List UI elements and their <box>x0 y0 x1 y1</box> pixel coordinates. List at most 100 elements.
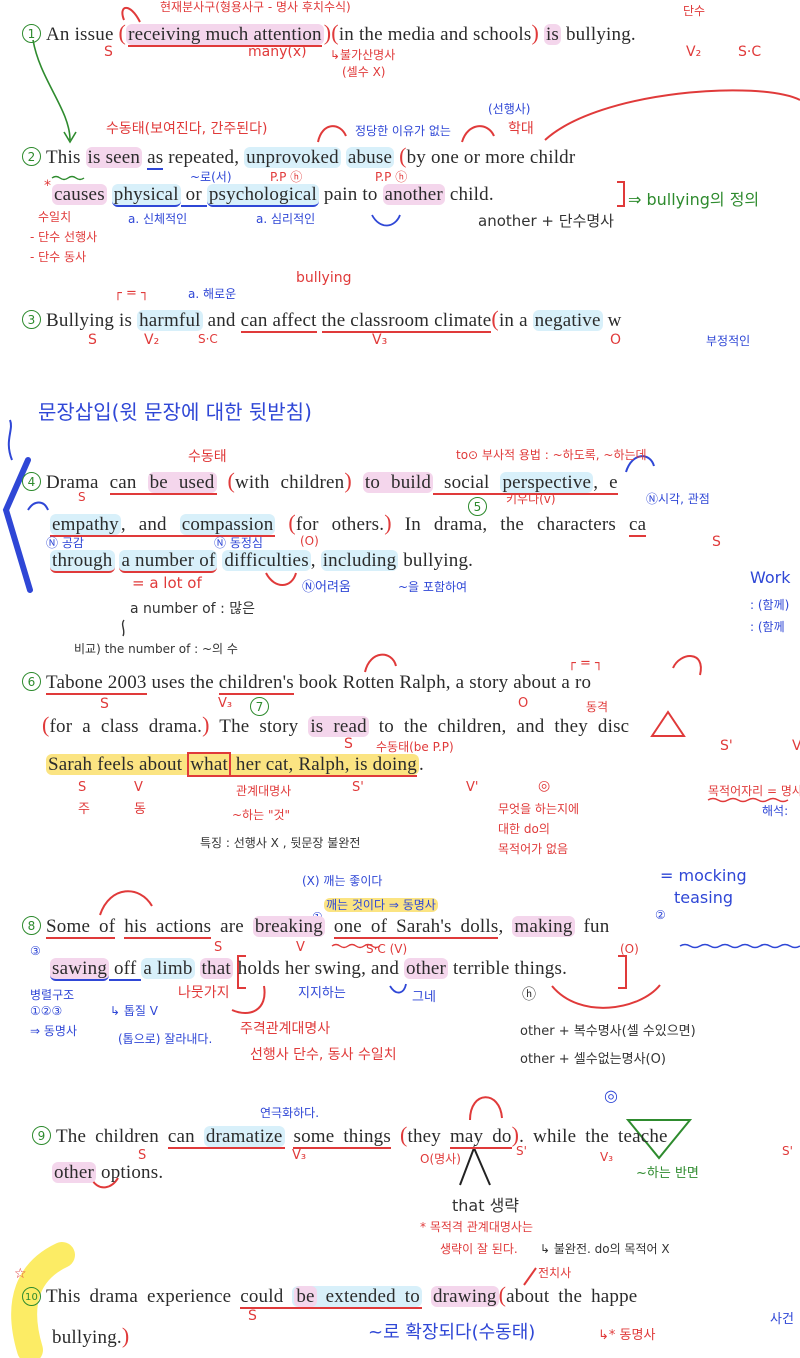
note-another: another + 단수명사 <box>478 212 614 230</box>
curve-arrow <box>551 984 661 1009</box>
note-circle-2: ② <box>655 908 666 922</box>
wavy-underline <box>51 175 85 181</box>
note-the-number-of: 비교) the number of : ~의 수 <box>74 642 238 656</box>
note-uncountable: ↳불가산명사 <box>330 48 396 62</box>
sentence-8-line-2: sawing off a limb that holds her swing, … <box>50 958 568 981</box>
note-agreement: 수일치 <box>38 210 72 224</box>
relative-pronoun-what: what <box>187 752 231 777</box>
sentence-number: 1 <box>22 24 41 43</box>
note-v-prime-2: V' <box>466 780 479 795</box>
sentence-4-line-3: through a number of difficulties, includ… <box>50 550 474 573</box>
note-subject: S <box>78 490 86 504</box>
note-while: ~하는 반면 <box>636 1166 699 1181</box>
bracket <box>617 181 625 207</box>
note-pp-1: P.P ⓗ <box>270 170 303 184</box>
note-empathy: Ⓝ 공감 <box>46 536 84 550</box>
sentence-4-line-2: empathy, and compassion (for others.) In… <box>50 510 647 537</box>
note-a-lot-of: = a lot of <box>132 574 202 592</box>
note-saw: ↳ 톱질 V <box>110 1004 158 1018</box>
note-object: (O) <box>620 942 639 956</box>
sentence-2-line-1: 2 This is seen as repeated, unprovoked ab… <box>22 143 575 170</box>
note-object: O <box>610 332 622 348</box>
note-s-prime: S' <box>516 1144 527 1158</box>
triangle-mark <box>650 710 686 737</box>
arrow-head <box>63 131 77 144</box>
arc-stroke <box>27 501 49 511</box>
arc-stroke <box>672 655 702 676</box>
sentence-number: 9 <box>32 1126 51 1145</box>
note-preposition: 전치사 <box>538 1266 572 1280</box>
note-support: 지지하는 <box>298 986 346 1001</box>
note-subject-2: S <box>712 534 721 550</box>
blue-brace <box>7 419 13 461</box>
note-cut-off: (톱으로) 잘라내다. <box>118 1032 213 1046</box>
note-verb-ko: 동 <box>134 802 146 817</box>
note-physical: a. 신체적인 <box>128 212 188 226</box>
note-other-uncountable: other + 셀수없는명사(O) <box>520 1052 666 1067</box>
section-heading: 문장삽입(윗 문장에 대한 뒷받침) <box>38 400 312 424</box>
note-v3: V₃ <box>372 332 388 348</box>
note-to-infinitive: to⊙ 부사적 용법 : ~하도록, ~하는데 <box>456 448 647 462</box>
note-build: 키우다(v) <box>506 492 556 506</box>
note-difficulties: Ⓝ어려움 <box>302 580 351 595</box>
side-note-together-1: : (함께) <box>750 598 790 612</box>
sentence-6-line-3: Sarah feels about what her cat, Ralph, i… <box>46 752 424 777</box>
note-many: many(x) <box>248 44 307 60</box>
note-parallel: 병렬구조 <box>30 988 75 1002</box>
side-note-together-2: : (함께 <box>750 620 785 634</box>
note-psychological: a. 심리적인 <box>256 212 316 226</box>
note-sc: S·C <box>198 332 218 346</box>
note-a-number-of: a number of : 많은 <box>130 601 255 617</box>
note-that-omitted: that 생략 <box>452 1196 520 1215</box>
sentence-9-line-2: other options. <box>52 1162 164 1183</box>
sentence-3: 3 Bullying is harmful and can affect the … <box>22 306 622 333</box>
note-passive: 수동태(보여진다, 간주된다) <box>106 121 268 137</box>
note-wrong: (X) 깨는 좋이다 <box>302 874 383 888</box>
note-pp-2: P.P ⓗ <box>375 170 408 184</box>
arc-stroke <box>364 653 397 673</box>
note-singular-verb: - 단수 동사 <box>30 250 87 264</box>
note-compassion: Ⓝ 동정심 <box>214 536 263 550</box>
note-subject: S <box>138 1148 147 1163</box>
note-v3: V₃ <box>218 696 233 711</box>
sentence-6-line-2: (for a class drama.) The story is read t… <box>42 712 630 737</box>
note-parallel-123: ①②③ <box>30 1004 63 1018</box>
note-unjust: 정당한 이유가 없는 <box>355 124 451 138</box>
note-s-prime: S' <box>720 738 733 754</box>
note-equals: ┌ = ┐ <box>568 656 603 671</box>
note-object-relative-1: * 목적격 관계대명사는 <box>420 1220 533 1234</box>
sentence-10-line-2: bullying.) <box>52 1323 130 1348</box>
note-antecedent: (선행사) <box>488 102 531 116</box>
note-s-prime-2: S' <box>352 780 364 795</box>
note-v3: V₃ <box>292 1148 307 1163</box>
sentence-6-line-1: 6 Tabone 2003 uses the children's book Ro… <box>22 672 591 695</box>
verb-is: is <box>543 24 562 45</box>
arc-stroke <box>544 89 800 141</box>
sentence-10-line-1: 10 This drama experience could be extende… <box>22 1282 637 1309</box>
note-interpretation: 해석: <box>762 804 789 818</box>
participle-phrase: receiving much attention <box>126 24 324 47</box>
note-as: ~로(서) <box>190 170 232 184</box>
note-missing-3: 목적어가 없음 <box>498 842 569 856</box>
curve-arrow <box>265 572 297 586</box>
note-singular-antecedent: - 단수 선행사 <box>30 230 98 244</box>
note-object: O <box>518 696 529 711</box>
sentence-number: 4 <box>22 472 41 491</box>
note-sc: S·C <box>738 44 762 60</box>
note-passive: 수동태 <box>188 449 227 465</box>
note-star: ☆ <box>14 1266 27 1282</box>
note-target-mark: ◎ <box>604 1086 618 1105</box>
bracket <box>618 955 627 989</box>
note-subject: S <box>344 736 353 752</box>
note-verb: V <box>296 940 305 955</box>
note-v3-prime: V₃ <box>600 1150 614 1164</box>
note-harmful: a. 해로운 <box>188 287 237 301</box>
curve-line <box>121 619 125 637</box>
note-object: O(명사) <box>420 1152 461 1166</box>
curve-arrow <box>231 985 266 1014</box>
note-missing-1: 무엇을 하는지에 <box>498 802 580 816</box>
note-object-relative-2: 생략이 잘 된다. <box>440 1242 518 1256</box>
sentence-9-line-1: 9 The children can dramatize some things … <box>32 1122 668 1149</box>
note-abuse: 학대 <box>508 121 534 137</box>
note-v: V <box>134 780 143 795</box>
